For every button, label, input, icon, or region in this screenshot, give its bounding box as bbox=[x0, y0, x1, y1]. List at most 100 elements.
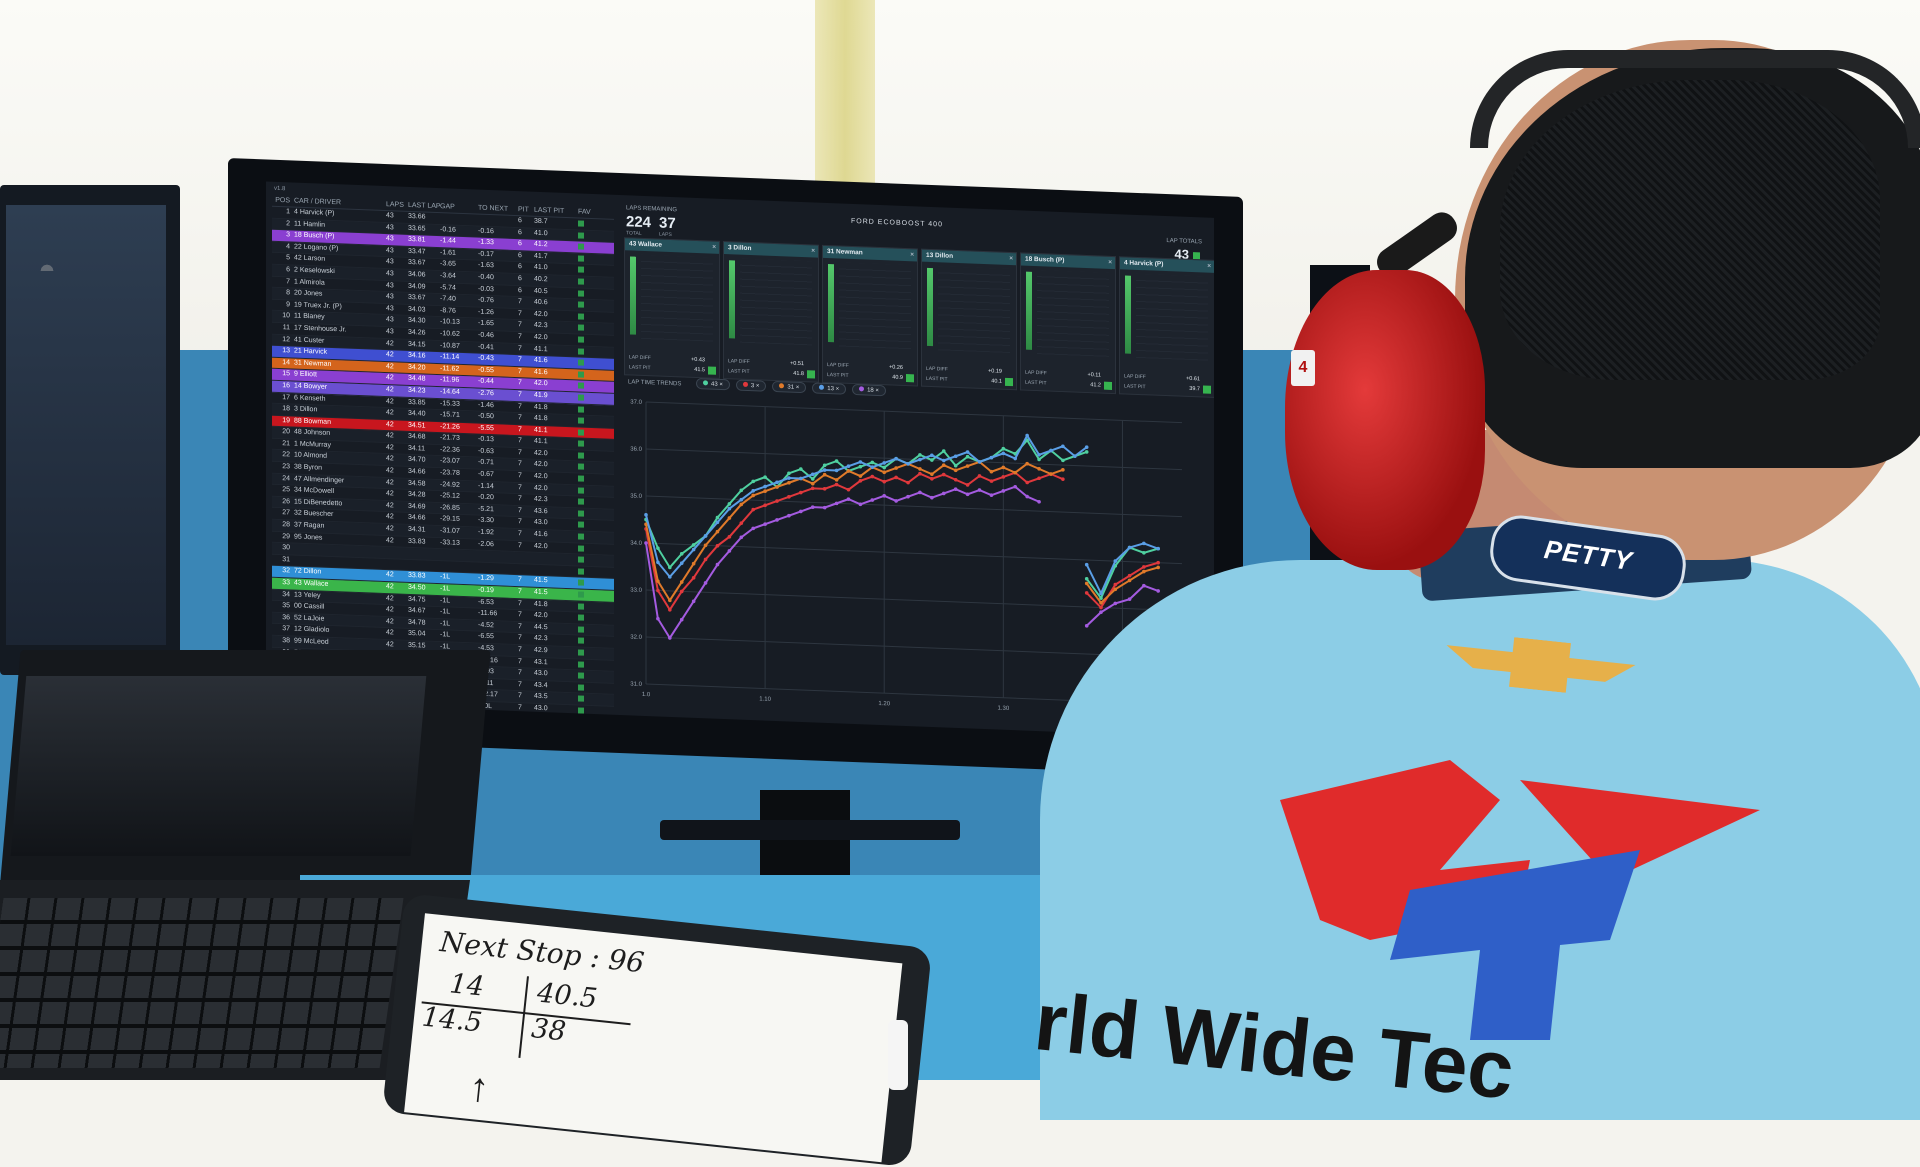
driver-card[interactable]: 31 Newman × LAP DIFF +0.26 LAST PIT 40.9 bbox=[822, 244, 918, 387]
green-toggle-button[interactable] bbox=[906, 374, 914, 383]
favorite-check-icon[interactable] bbox=[578, 232, 584, 239]
favorite-check-icon[interactable] bbox=[578, 695, 584, 703]
close-icon[interactable]: × bbox=[1108, 257, 1112, 269]
favorite-check-icon[interactable] bbox=[578, 371, 584, 378]
green-toggle-button[interactable] bbox=[1203, 385, 1211, 394]
favorite-check-icon[interactable] bbox=[578, 278, 584, 285]
favorite-check-icon[interactable] bbox=[578, 487, 584, 494]
app-version: v1.8 bbox=[274, 185, 286, 193]
laptop-screen bbox=[0, 650, 491, 885]
favorite-check-icon[interactable] bbox=[578, 255, 584, 262]
trend-chip[interactable]: 43 × bbox=[696, 377, 730, 391]
laps-remaining-value: 224 bbox=[626, 213, 652, 232]
favorite-check-icon[interactable] bbox=[578, 591, 584, 598]
table-cell-fav bbox=[578, 450, 592, 461]
table-cell-pos: 19 bbox=[282, 416, 290, 425]
table-cell-lastpit: 41.6 bbox=[534, 356, 548, 365]
table-cell-pit: 7 bbox=[518, 449, 522, 457]
table-cell-gap: -23.78 bbox=[440, 469, 460, 477]
table-cell-lastpit: 41.8 bbox=[534, 414, 548, 423]
favorite-check-icon[interactable] bbox=[578, 359, 584, 366]
green-toggle-button[interactable] bbox=[1005, 377, 1013, 387]
close-icon[interactable]: × bbox=[1207, 261, 1211, 273]
close-icon[interactable]: × bbox=[811, 245, 815, 257]
close-icon[interactable]: × bbox=[712, 242, 716, 254]
favorite-check-icon[interactable] bbox=[578, 463, 584, 471]
driver-card[interactable]: 13 Dillon × LAP DIFF +0.19 LAST PIT 40.1 bbox=[921, 248, 1017, 391]
favorite-check-icon[interactable] bbox=[578, 336, 584, 343]
favorite-check-icon[interactable] bbox=[578, 614, 584, 621]
table-cell-tonext: -0.03 bbox=[478, 285, 494, 293]
favorite-check-icon[interactable] bbox=[578, 579, 584, 587]
favorite-check-icon[interactable] bbox=[578, 649, 584, 656]
table-cell-last: 34.16 bbox=[408, 352, 426, 360]
favorite-check-icon[interactable] bbox=[578, 324, 584, 332]
table-cell-tonext: -4.52 bbox=[478, 621, 494, 629]
favorite-check-icon[interactable] bbox=[578, 556, 584, 563]
favorite-check-icon[interactable] bbox=[578, 301, 584, 308]
table-cell-lastpit: 43.4 bbox=[534, 681, 548, 690]
table-cell-pit: 6 bbox=[518, 240, 522, 248]
data-point bbox=[1084, 581, 1089, 586]
driver-card[interactable]: 3 Dillon × LAP DIFF +0.51 LAST PIT 41.8 bbox=[723, 241, 819, 383]
favorite-check-icon[interactable] bbox=[578, 429, 584, 436]
table-cell-lastpit: 42.0 bbox=[534, 380, 548, 388]
favorite-check-icon[interactable] bbox=[578, 313, 584, 320]
trend-chip[interactable]: 31 × bbox=[772, 380, 807, 394]
favorite-check-icon[interactable] bbox=[578, 626, 584, 633]
trend-chip[interactable]: 18 × bbox=[852, 383, 886, 397]
favorite-check-icon[interactable] bbox=[578, 382, 584, 389]
favorite-check-icon[interactable] bbox=[578, 440, 584, 447]
favorite-check-icon[interactable] bbox=[578, 220, 584, 227]
favorite-check-icon[interactable] bbox=[578, 266, 584, 274]
table-cell-pos: 30 bbox=[282, 544, 290, 552]
favorite-check-icon[interactable] bbox=[578, 672, 584, 679]
table-cell-lastpit: 41.0 bbox=[534, 229, 548, 237]
close-icon[interactable]: × bbox=[910, 249, 914, 261]
driver-card[interactable]: 43 Wallace × LAP DIFF +0.43 LAST PIT 41.5 bbox=[624, 237, 720, 379]
green-toggle-button[interactable] bbox=[1104, 381, 1112, 390]
driver-card-name: 31 Newman bbox=[827, 248, 863, 257]
table-cell-lastpit: 43.6 bbox=[534, 507, 548, 516]
note-cell-4: 38 bbox=[529, 1013, 568, 1048]
close-icon[interactable]: × bbox=[1009, 253, 1013, 265]
favorite-check-icon[interactable] bbox=[578, 533, 584, 540]
table-cell-laps: 43 bbox=[386, 246, 394, 255]
favorite-check-icon[interactable] bbox=[578, 637, 584, 645]
table-cell-pos: 26 bbox=[282, 497, 290, 506]
favorite-check-icon[interactable] bbox=[578, 603, 584, 610]
data-point bbox=[656, 546, 660, 551]
favorite-check-icon[interactable] bbox=[578, 510, 584, 517]
driver-card[interactable]: 4 Harvick (P) × LAP DIFF +0.61 LAST PIT 39.7 bbox=[1119, 256, 1214, 398]
trend-chip-label: 3 × bbox=[750, 383, 760, 390]
table-cell-tonext: -2.76 bbox=[478, 389, 494, 398]
table-cell-fav bbox=[578, 334, 592, 345]
green-toggle-button[interactable] bbox=[708, 366, 716, 375]
favorite-check-icon[interactable] bbox=[578, 475, 584, 482]
table-cell-laps: 43 bbox=[386, 316, 394, 324]
lap-time-grid bbox=[938, 266, 1010, 354]
driver-card[interactable]: 18 Busch (P) × LAP DIFF +0.11 LAST PIT 41.2 bbox=[1020, 252, 1116, 395]
favorite-check-icon[interactable] bbox=[578, 243, 584, 250]
favorite-check-icon[interactable] bbox=[578, 545, 584, 552]
favorite-check-icon[interactable] bbox=[578, 394, 584, 401]
favorite-check-icon[interactable] bbox=[578, 347, 584, 355]
favorite-check-icon[interactable] bbox=[578, 290, 584, 297]
green-toggle-button[interactable] bbox=[807, 370, 815, 379]
trend-chip[interactable]: 13 × bbox=[812, 382, 847, 395]
favorite-check-icon[interactable] bbox=[578, 498, 584, 505]
table-cell-pit: 7 bbox=[518, 344, 522, 352]
favorite-check-icon[interactable] bbox=[578, 521, 584, 529]
favorite-check-icon[interactable] bbox=[578, 661, 584, 668]
last-pit-label: LAST PIT bbox=[1124, 383, 1146, 391]
favorite-check-icon[interactable] bbox=[578, 684, 584, 691]
favorite-check-icon[interactable] bbox=[578, 417, 584, 424]
favorite-check-icon[interactable] bbox=[578, 568, 584, 575]
table-cell-gap: -1L bbox=[440, 608, 451, 616]
table-cell-tonext: -1.92 bbox=[478, 528, 494, 537]
favorite-check-icon[interactable] bbox=[578, 707, 584, 714]
table-cell-last: 35.04 bbox=[408, 630, 426, 638]
trend-chip[interactable]: 3 × bbox=[735, 379, 767, 392]
favorite-check-icon[interactable] bbox=[578, 452, 584, 459]
favorite-check-icon[interactable] bbox=[578, 405, 584, 413]
